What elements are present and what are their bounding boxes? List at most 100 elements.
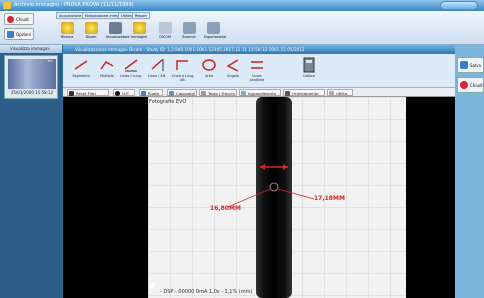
reset-filters-button[interactable]: Reset Filtri [67,89,109,96]
button-label: Reset Filtri [76,91,96,96]
radiation-icon [60,22,74,34]
tool-esportazione[interactable]: Esportazione [204,21,226,43]
zoom-button[interactable]: Ingrandimento [239,89,281,96]
line-length-icon [124,59,138,72]
measurement-overlay [227,164,315,208]
radiation-icon [84,22,98,34]
button-label: LUT [122,91,130,96]
right-actions: Salva Chiudi [455,45,484,298]
close-label: Chiudi [470,83,483,88]
tool-dicom-export[interactable]: DICOM [156,21,174,43]
ribbon: Chiudi Opzioni Acquisizione Elaborazione… [0,11,484,45]
images-icon [132,22,146,34]
tool-area[interactable]: Area [197,57,221,85]
tool-ricerca[interactable]: Ricerca [58,21,76,43]
measurement-left[interactable]: 16,80MM [210,205,241,212]
filter-icon [69,91,74,96]
line-height-icon [151,59,164,71]
export-icon [206,22,220,34]
tool-calibrate[interactable]: Calibra [297,57,321,85]
close-icon [460,81,468,89]
app-title: Archivio immagini - PROVA PROVA (11/11/1… [14,2,134,8]
button-label: Ruota [148,91,160,96]
viewer-footer: - DSP - 00000 0mA 1,0s - 1,1% (mm) [160,289,253,295]
tool-segment[interactable]: Segmento [69,57,93,85]
window-controls[interactable] [440,1,478,10]
tool-label: Calibra [303,74,315,78]
tool-scanner[interactable]: Scanner [180,21,198,43]
orientation-icon [285,91,290,96]
close-icon [7,16,14,23]
image-viewport[interactable]: 16,80MM 17,18MM Fotografie EVO - DSP - 0… [63,97,455,298]
xray-image: 16,80MM 17,18MM Fotografie EVO [148,97,406,298]
measurement-right[interactable]: 17,18MM [314,195,345,202]
parallel-lines-icon [251,61,263,69]
button-label: Capovolgi [176,91,195,96]
calibrate-icon [303,57,315,73]
tool-label: Multiple [100,74,114,78]
options-icon [7,31,14,38]
tool-label: Segmento [72,74,90,78]
tab-acquisizione[interactable]: Acquisizione [56,12,85,19]
viewer-label: Fotografie EVO [149,99,187,105]
magnifier-icon [241,91,246,96]
thumbnail-label: 25/01/2000 15:58:12 [10,90,54,95]
orientation-button[interactable]: Orientamento [283,89,325,96]
scanner-icon [182,22,196,34]
button-label: Utilita [336,91,348,96]
segment-icon [74,60,88,70]
thumbnail-panel: Visualizza immagini 1m 25/01/2000 15:58:… [0,45,62,298]
tool-label: Angolo [227,74,239,78]
tool-label: DICOM [159,35,171,39]
tool-label: Dicom [85,35,97,39]
options-button[interactable]: Opzioni [4,28,34,40]
options-label: Opzioni [16,31,31,37]
tool-angle[interactable]: Angolo [221,57,245,85]
tool-dicom[interactable]: Dicom [82,21,100,43]
tool-visualizzatore[interactable]: Visualizzatore [106,21,130,43]
button-label: Testo / Freccia [208,91,235,96]
tool-label: Linee parallele [249,74,265,82]
tool-label: Linea / Alt. [147,74,167,78]
viewer-icon [108,22,122,34]
tool-parallel-lines[interactable]: Linee parallele [245,57,269,85]
dicom-viewer-window: Visualizzazione Immagini Dicom - Study I… [63,45,455,298]
button-label: Orientamento [292,91,319,96]
tool-line-length-height[interactable]: Linea a Lung. Alt. [171,57,195,85]
text-arrow-icon [201,91,206,96]
tool-line-length[interactable]: Linea / Lung. [119,57,143,85]
tool-immagini[interactable]: Immagini [130,21,148,43]
tool-line-height[interactable]: Linea / Alt. [145,57,169,85]
thumbnail[interactable]: 1m 25/01/2000 15:58:12 [4,55,58,99]
rotate-button[interactable]: Ruota [139,89,163,96]
flip-icon [169,91,174,96]
thumbnail-tag: 1m [47,59,53,63]
corner-marker [150,283,155,288]
view-images-button[interactable]: Visualizza immagini [0,45,62,53]
app-icon [3,2,11,9]
line-length-height-icon [176,60,188,70]
tool-label: Immagini [131,35,147,39]
tab-report[interactable]: Report [132,12,150,19]
lut-button[interactable]: LUT [113,89,135,96]
app-title-bar: Archivio immagini - PROVA PROVA (11/11/1… [0,0,484,11]
button-label: Ingrandimento [248,91,276,96]
close-label: Chiudi [16,16,29,22]
tool-label: Visualizzatore [106,35,130,39]
save-button[interactable]: Salva [457,57,484,73]
close-viewer-button[interactable]: Chiudi [457,77,484,93]
utilities-button[interactable]: Utilita [327,89,353,96]
close-button[interactable]: Chiudi [4,13,34,25]
viewer-title: Visualizzazione Immagini Dicom - Study I… [63,45,455,54]
text-arrow-button[interactable]: Testo / Freccia [199,89,237,96]
flip-button[interactable]: Capovolgi [167,89,197,96]
save-label: Salva [470,63,481,68]
dicom-icon [158,22,172,34]
thumbnail-image [8,59,56,89]
tool-multiple[interactable]: Multiple [95,57,119,85]
image-toolbar: Reset Filtri LUT Ruota Capovolgi Testo /… [63,88,455,97]
tool-label: Scanner [182,35,196,39]
area-icon [202,59,216,71]
tool-label: Linea a Lung. Alt. [171,74,195,82]
wrench-icon [329,91,334,96]
